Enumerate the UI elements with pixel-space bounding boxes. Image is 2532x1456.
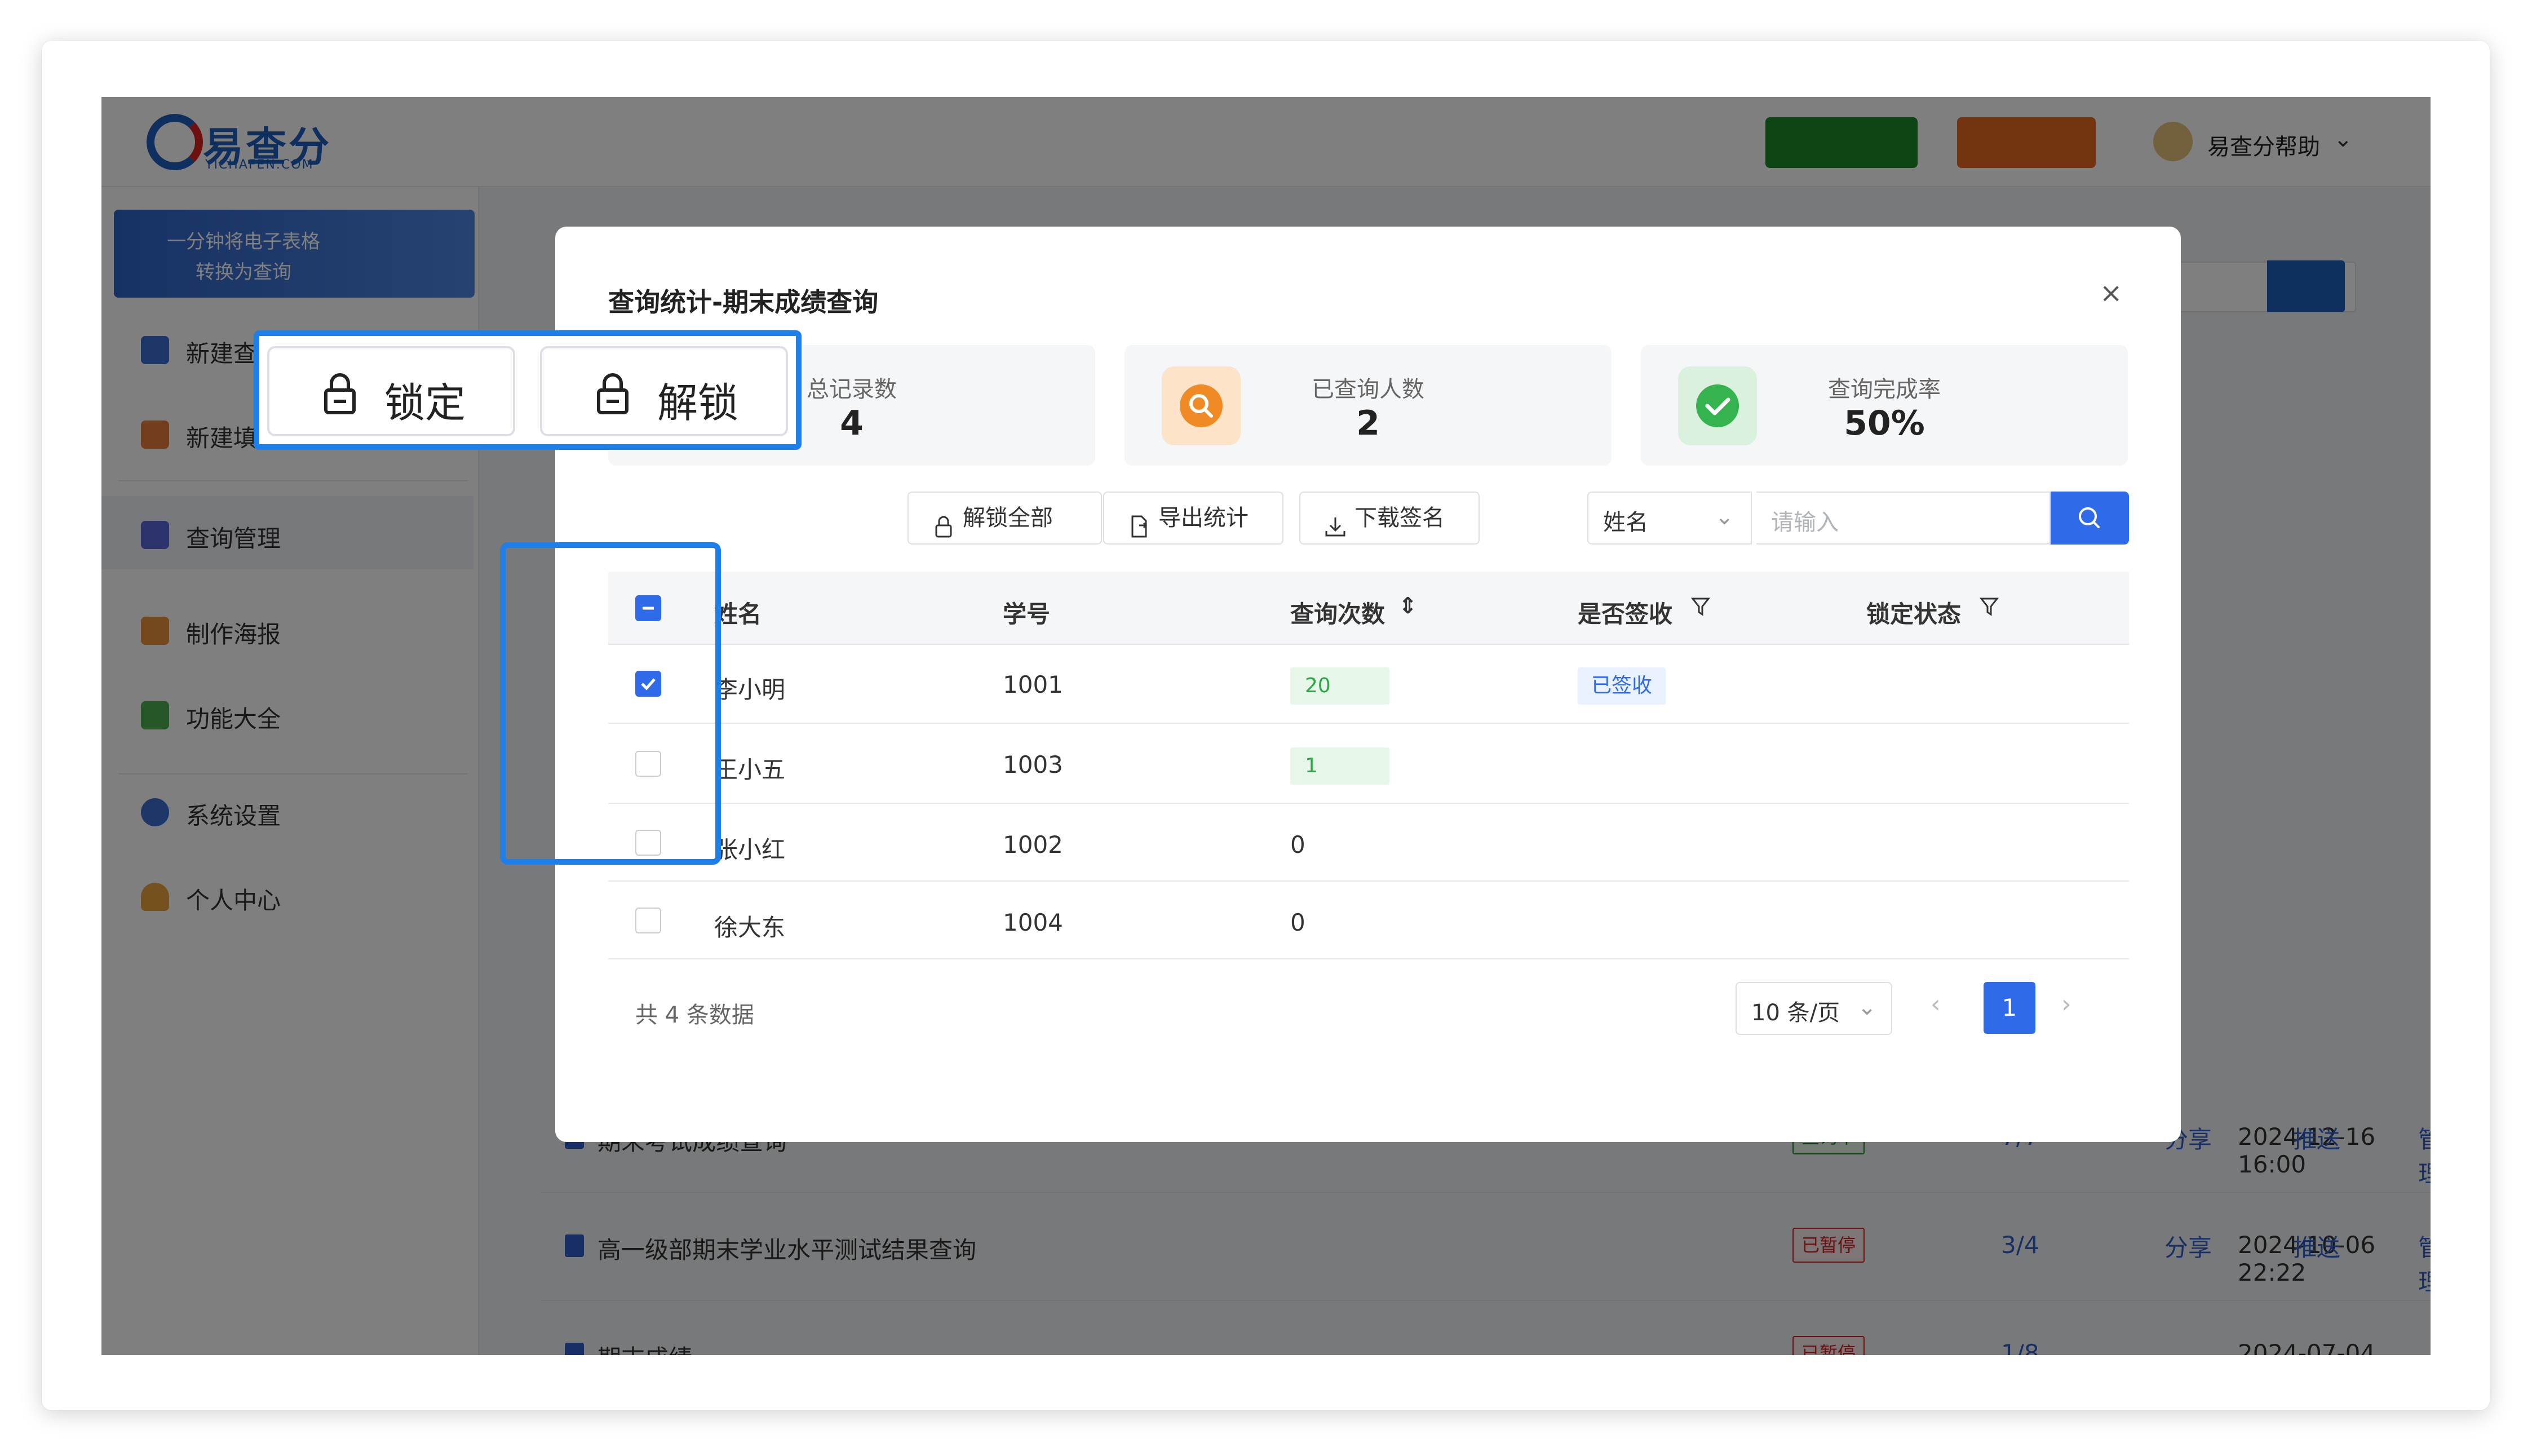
search-placeholder: 请输入: [1771, 510, 1839, 536]
lock-icon: [320, 371, 360, 416]
column-header-name: 姓名: [714, 600, 762, 628]
stat-card-queried: 已查询人数 2: [1125, 345, 1612, 466]
stat-label: 查询完成率: [1828, 377, 1941, 402]
export-stats-button[interactable]: 导出统计: [1103, 492, 1283, 545]
lock-label: 锁定: [384, 379, 466, 427]
unlock-icon: [593, 371, 632, 416]
cell-name: 李小明: [714, 676, 786, 703]
unlock-label: 解锁: [657, 379, 739, 427]
download-icon: [1323, 506, 1348, 537]
cell-name: 张小红: [714, 836, 786, 864]
total-count-text: 共 4 条数据: [635, 1002, 754, 1028]
cell-id: 1003: [1003, 751, 1063, 778]
table-row: 李小明 1001 20 已签收: [608, 645, 2129, 724]
modal-title: 查询统计-期末成绩查询: [608, 287, 879, 317]
next-page-icon[interactable]: ›: [2061, 990, 2071, 1019]
filter-icon[interactable]: [1690, 595, 1711, 623]
cell-count-tag: 1: [1290, 747, 1389, 785]
cell-name: 王小五: [714, 756, 786, 784]
stat-value: 50%: [1844, 404, 1925, 443]
page-size-value: 10 条/页: [1751, 1000, 1840, 1026]
chevron-down-icon: ⌄: [1857, 994, 1876, 1020]
download-signature-button[interactable]: 下载签名: [1299, 492, 1480, 545]
cell-id: 1001: [1003, 671, 1063, 698]
export-stats-label: 导出统计: [1158, 505, 1249, 531]
sort-icon[interactable]: ⇕: [1398, 593, 1418, 619]
cell-id: 1002: [1003, 831, 1063, 858]
column-header-id: 学号: [1003, 600, 1051, 628]
table-header: 姓名 学号 查询次数 ⇕ 是否签收 锁定状态: [608, 572, 2129, 645]
app-window: 易查分 YICHAFEN.COM 易查分帮助 ⌄ 一分钟将电子表格转换为查询 新…: [101, 97, 2431, 1355]
download-signature-label: 下载签名: [1354, 505, 1445, 531]
cell-id: 1004: [1003, 909, 1063, 936]
close-icon[interactable]: ×: [2100, 277, 2122, 309]
filter-field-select[interactable]: 姓名 ⌄: [1587, 492, 1752, 545]
lock-button[interactable]: 锁定: [267, 346, 515, 436]
signed-badge: 已签收: [1578, 667, 1666, 705]
unlock-button[interactable]: 解锁: [540, 346, 788, 436]
unlock-all-label: 解锁全部: [963, 505, 1053, 531]
stat-value: 2: [1356, 404, 1380, 443]
column-header-lock: 锁定状态: [1866, 600, 1962, 628]
cell-count: 0: [1290, 909, 1305, 936]
chevron-down-icon: ⌄: [1715, 504, 1734, 530]
stat-card-completion: 查询完成率 50%: [1641, 345, 2128, 466]
table-row: 王小五 1003 1: [608, 725, 2129, 804]
cell-name: 徐大东: [714, 914, 786, 941]
unlock-icon: [931, 506, 956, 538]
prev-page-icon[interactable]: ‹: [1931, 990, 1941, 1019]
page-number-current[interactable]: 1: [1984, 982, 2035, 1034]
search-button[interactable]: [2051, 492, 2129, 545]
search-icon: [2079, 507, 2100, 528]
column-header-count[interactable]: 查询次数: [1290, 595, 1385, 630]
filter-icon[interactable]: [1979, 595, 1999, 623]
stat-label: 已查询人数: [1312, 377, 1424, 402]
row-checkbox[interactable]: [635, 908, 661, 933]
lock-unlock-callout: 锁定 解锁: [254, 330, 802, 450]
export-icon: [1127, 506, 1152, 538]
table-row: 徐大东 1004 0: [608, 883, 2129, 959]
filter-field-value: 姓名: [1603, 510, 1648, 536]
selection-column-highlight: [500, 542, 721, 865]
cell-count-tag: 20: [1290, 667, 1389, 705]
cell-count: 0: [1290, 831, 1305, 858]
search-input[interactable]: 请输入: [1756, 492, 2051, 545]
table-row: 张小红 1002 0: [608, 805, 2129, 882]
unlock-all-button[interactable]: 解锁全部: [908, 492, 1102, 545]
column-header-signed: 是否签收: [1578, 600, 1673, 628]
page-size-select[interactable]: 10 条/页 ⌄: [1736, 982, 1892, 1035]
